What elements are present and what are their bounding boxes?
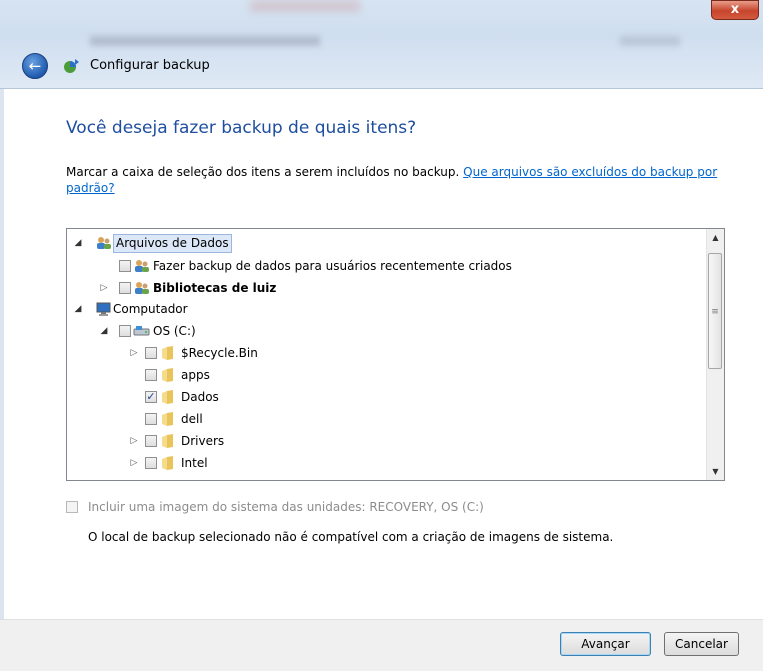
expand-arrow-icon[interactable]: ▷	[99, 278, 109, 298]
title-bar: x ← Configurar backup	[0, 0, 763, 89]
expand-arrow-icon[interactable]: ▷	[129, 453, 139, 473]
checkbox[interactable]	[119, 325, 131, 337]
blurred-title	[250, 0, 360, 12]
cancel-button[interactable]: Cancelar	[664, 632, 739, 656]
tree-item-label: $Recycle.Bin	[181, 346, 258, 360]
collapse-arrow-icon[interactable]: ◢	[99, 321, 109, 341]
checkbox[interactable]	[145, 435, 157, 447]
scroll-up-arrow-icon[interactable]: ▲	[707, 229, 724, 246]
collapse-arrow-icon[interactable]: ◢	[73, 299, 83, 319]
checkbox[interactable]	[145, 457, 157, 469]
tree-item-label: apps	[181, 368, 210, 382]
folder-icon	[162, 368, 173, 382]
back-button[interactable]: ←	[22, 53, 48, 79]
instruction-label: Marcar a caixa de seleção dos itens a se…	[66, 165, 460, 179]
close-button[interactable]: x	[711, 0, 759, 20]
footer-bar: Avançar Cancelar	[0, 619, 763, 671]
folder-icon	[162, 346, 173, 360]
compatibility-note: O local de backup selecionado não é comp…	[88, 530, 614, 544]
blurred-search-box	[620, 36, 680, 46]
system-image-label: Incluir uma imagem do sistema das unidad…	[88, 500, 484, 514]
instruction-text: Marcar a caixa de seleção dos itens a se…	[66, 164, 746, 196]
tree-item-label: Fazer backup de dados para usuários rece…	[153, 259, 512, 273]
scroll-down-arrow-icon[interactable]: ▼	[707, 463, 724, 480]
checkbox[interactable]	[119, 260, 131, 272]
expand-arrow-icon[interactable]: ▷	[129, 343, 139, 363]
folder-icon	[162, 412, 173, 426]
left-edge	[0, 89, 4, 629]
tree-item-label: Arquivos de Dados	[113, 234, 232, 253]
checkbox-checked[interactable]: ✓	[145, 391, 157, 403]
checkbox[interactable]	[119, 282, 131, 294]
checkbox[interactable]	[145, 369, 157, 381]
users-icon	[135, 282, 149, 294]
tree-item-label: dell	[181, 412, 203, 426]
tree-item-label: OS (C:)	[153, 324, 196, 338]
checkbox[interactable]	[145, 413, 157, 425]
drive-icon	[133, 326, 150, 336]
users-icon	[97, 237, 111, 249]
tree-scrollbar[interactable]: ▲ ≡ ▼	[706, 229, 724, 480]
checkbox[interactable]	[145, 347, 157, 359]
page-heading: Você deseja fazer backup de quais itens?	[66, 118, 417, 138]
backup-wizard-window: x ← Configurar backup Você deseja fazer …	[0, 0, 763, 671]
tree-item-label: Dados	[181, 390, 219, 404]
tree-item-label: Bibliotecas de luiz	[153, 281, 277, 295]
scroll-thumb[interactable]: ≡	[708, 253, 722, 369]
wizard-title: Configurar backup	[90, 58, 210, 73]
backup-icon	[64, 59, 79, 73]
tree-item-label: Intel	[181, 456, 208, 470]
expand-arrow-icon[interactable]: ▷	[129, 431, 139, 451]
folder-icon	[162, 390, 173, 404]
backup-items-tree[interactable]: ◢ Arquivos de Dados Fazer backup de dado…	[66, 228, 725, 481]
users-icon	[135, 260, 149, 272]
folder-icon	[162, 456, 173, 470]
tree-item-label: Drivers	[181, 434, 225, 448]
collapse-arrow-icon[interactable]: ◢	[73, 233, 83, 253]
system-image-checkbox	[66, 501, 78, 513]
next-button[interactable]: Avançar	[560, 632, 651, 656]
blurred-address-bar	[90, 36, 320, 46]
back-arrow-icon: ←	[28, 57, 42, 75]
tree-item-label: Computador	[113, 302, 188, 316]
computer-icon	[96, 302, 111, 316]
folder-icon	[162, 434, 173, 448]
